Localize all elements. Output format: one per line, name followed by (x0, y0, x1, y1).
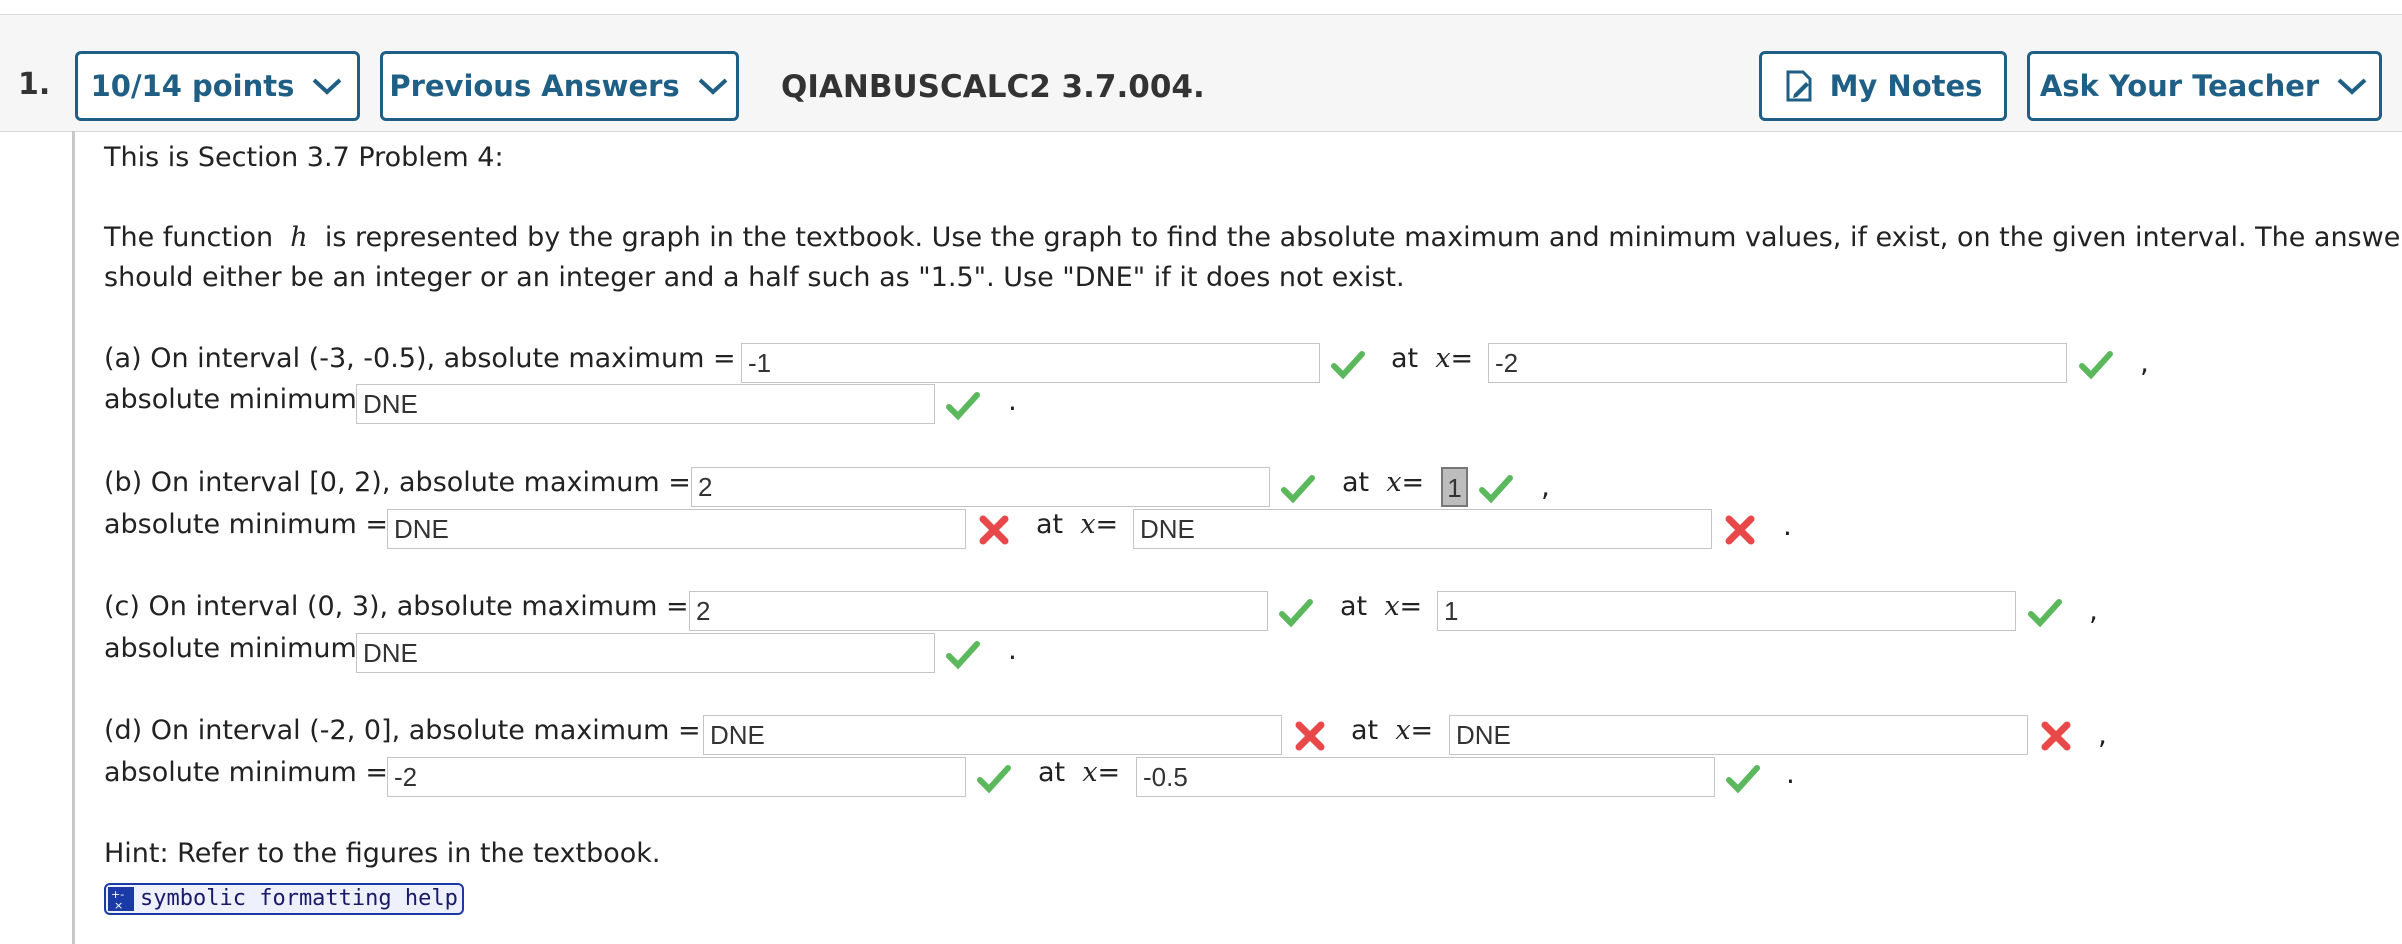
checkmark-icon (1726, 765, 1760, 794)
part-c-max-input[interactable]: 2 (689, 591, 1268, 631)
section-heading: This is Section 3.7 Problem 4: (104, 142, 504, 173)
x-mark-icon (2041, 721, 2071, 751)
checkmark-icon (946, 641, 980, 670)
checkmark-icon (1479, 475, 1513, 504)
previous-answers-label: Previous Answers (389, 69, 680, 103)
checkmark-icon (2028, 599, 2062, 628)
checkmark-icon (1279, 599, 1313, 628)
x-mark-icon (979, 515, 1009, 545)
at-x-label: at x= (1340, 591, 1423, 622)
question-header: 1. 10/14 points Previous Answers QIANBUS… (0, 15, 2402, 132)
part-d-min-label: absolute minimum = (104, 757, 389, 788)
period: . (1008, 633, 1017, 666)
part-b-min-input[interactable]: DNE (387, 509, 966, 549)
comma: , (1541, 470, 1550, 503)
part-b-label: (b) On interval [0, 2), absolute maximum… (104, 467, 691, 498)
chevron-down-icon (313, 78, 342, 95)
help-link-label: symbolic formatting help (140, 886, 458, 911)
at-x-label: at x= (1038, 757, 1121, 788)
intro-text: is represented by the graph in the textb… (324, 222, 2402, 253)
at-x-label: at x= (1391, 343, 1474, 374)
symbolic-formatting-help-link[interactable]: +- × symbolic formatting help (104, 883, 464, 915)
chevron-down-icon (698, 78, 728, 95)
part-b-max-input[interactable]: 2 (691, 467, 1270, 507)
comma: , (2140, 346, 2149, 379)
checkmark-icon (977, 765, 1011, 794)
math-symbols-icon: +- × (108, 887, 134, 911)
function-var: h (290, 222, 308, 253)
x-mark-icon (1725, 515, 1755, 545)
part-b-min-label: absolute minimum = (104, 509, 389, 540)
part-d-min-x-input[interactable]: -0.5 (1136, 757, 1715, 797)
part-a-min-input[interactable]: DNE (356, 384, 935, 424)
part-a-label: (a) On interval (-3, -0.5), absolute max… (104, 343, 736, 374)
at-x-label: at x= (1342, 467, 1425, 498)
checkmark-icon (1281, 475, 1315, 504)
checkmark-icon (1331, 351, 1365, 380)
part-d-max-x-input[interactable]: DNE (1449, 715, 2028, 755)
at-x-label: at x= (1036, 509, 1119, 540)
problem-id: QIANBUSCALC2 3.7.004. (781, 69, 1205, 105)
content-left-border (72, 131, 75, 944)
previous-answers-dropdown[interactable]: Previous Answers (380, 51, 739, 121)
part-d-label: (d) On interval (-2, 0], absolute maximu… (104, 715, 701, 746)
period: . (1008, 384, 1017, 417)
period: . (1786, 757, 1795, 790)
part-c-min-label: absolute minimum (104, 633, 357, 664)
part-b-max-x-input[interactable]: 1 (1441, 467, 1468, 507)
period: . (1783, 509, 1792, 542)
at-x-label: at x= (1351, 715, 1434, 746)
part-a-max-input[interactable]: -1 (741, 343, 1320, 383)
my-notes-label: My Notes (1829, 69, 1983, 103)
checkmark-icon (946, 392, 980, 421)
part-c-label: (c) On interval (0, 3), absolute maximum… (104, 591, 689, 622)
my-notes-button[interactable]: My Notes (1759, 51, 2007, 121)
part-d-max-input[interactable]: DNE (703, 715, 1282, 755)
intro-text: The function (104, 222, 274, 253)
notes-icon (1786, 70, 1812, 102)
checkmark-icon (2079, 351, 2113, 380)
part-a-min-label: absolute minimum (104, 384, 357, 415)
comma: , (2089, 594, 2098, 627)
comma: , (2098, 718, 2107, 751)
intro-line-1: The function h is represented by the gra… (104, 222, 2402, 253)
ask-teacher-dropdown[interactable]: Ask Your Teacher (2027, 51, 2382, 121)
question-panel: 1. 10/14 points Previous Answers QIANBUS… (0, 0, 2402, 944)
part-b-min-x-input[interactable]: DNE (1133, 509, 1712, 549)
intro-line-2: should either be an integer or an intege… (104, 262, 1405, 293)
points-label: 10/14 points (90, 69, 295, 103)
points-dropdown[interactable]: 10/14 points (75, 51, 360, 121)
x-mark-icon (1295, 721, 1325, 751)
hint-text: Hint: Refer to the figures in the textbo… (104, 838, 661, 869)
part-d-min-input[interactable]: -2 (387, 757, 966, 797)
part-c-max-x-input[interactable]: 1 (1437, 591, 2016, 631)
question-number: 1. (18, 67, 51, 102)
part-a-max-x-input[interactable]: -2 (1488, 343, 2067, 383)
chevron-down-icon (2337, 78, 2367, 95)
svg-text:×: × (114, 899, 123, 911)
part-c-min-input[interactable]: DNE (356, 633, 935, 673)
ask-teacher-label: Ask Your Teacher (2039, 69, 2320, 103)
